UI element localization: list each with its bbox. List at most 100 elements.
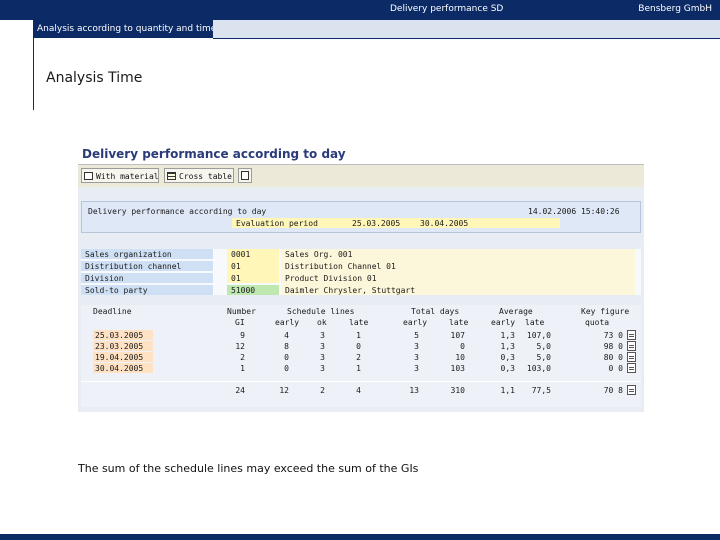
- delivery-table: Deadline Number Schedule lines Total day…: [81, 305, 641, 407]
- row-avg-late: 103,0: [526, 364, 551, 373]
- with-material-button[interactable]: With material: [81, 168, 159, 183]
- section-title: Analysis Time: [46, 70, 143, 86]
- org-code: 01: [231, 274, 241, 283]
- eval-period-from: 25.03.2005: [352, 219, 401, 228]
- row-ok: 3: [320, 331, 325, 340]
- row-days-early: 3: [414, 353, 419, 362]
- col-header-average: Average: [499, 307, 533, 316]
- row-days-late: 103: [450, 364, 465, 373]
- row-days-late: 107: [450, 331, 465, 340]
- org-text: Product Division 01: [285, 274, 377, 283]
- row-days-early: 3: [414, 364, 419, 373]
- row-avg-early: 1,3: [500, 342, 515, 351]
- row-avg-early: 1,3: [500, 331, 515, 340]
- total-key: 70 8: [603, 386, 623, 395]
- sap-toolbar: With material Cross table: [78, 164, 644, 188]
- row-days-early: 3: [414, 342, 419, 351]
- eval-period-to: 30.04.2005: [420, 219, 469, 228]
- row-avg-early: 0,3: [500, 364, 515, 373]
- row-avg-late: 5,0: [536, 353, 551, 362]
- export-button[interactable]: [238, 168, 252, 183]
- bottom-bar: [0, 534, 720, 540]
- col-subheader-avg-late: late: [525, 318, 545, 327]
- material-icon: [84, 172, 93, 180]
- col-subheader-gi: GI: [235, 318, 245, 327]
- total-days-early: 13: [409, 386, 419, 395]
- cross-table-button[interactable]: Cross table: [164, 168, 234, 183]
- eval-period-label: Evaluation period: [236, 219, 318, 228]
- row-days-early: 5: [414, 331, 419, 340]
- document-icon[interactable]: [627, 352, 636, 362]
- org-code: 01: [231, 262, 241, 271]
- row-date: 25.03.2005: [95, 331, 144, 340]
- row-early: 4: [284, 331, 289, 340]
- org-label: Division: [85, 274, 124, 283]
- row-date: 30.04.2005: [95, 364, 144, 373]
- row-key: 0 0: [608, 364, 623, 373]
- total-early: 12: [279, 386, 289, 395]
- document-icon[interactable]: [627, 363, 636, 373]
- org-data-box: Sales organization 0001 Sales Org. 001 D…: [81, 249, 641, 295]
- tab-analysis[interactable]: Analysis according to quantity and time: [33, 20, 216, 38]
- org-code[interactable]: 51000: [231, 286, 255, 295]
- document-icon[interactable]: [627, 385, 636, 395]
- left-divider: [33, 20, 34, 110]
- row-key: 80 0: [603, 353, 623, 362]
- row-days-late: 0: [460, 342, 465, 351]
- col-subheader-late: late: [349, 318, 369, 327]
- col-header-days: Total days: [411, 307, 460, 316]
- document-title: Delivery performance SD: [390, 4, 504, 14]
- sap-screenshot: Delivery performance according to day Wi…: [78, 144, 644, 412]
- row-early: 8: [284, 342, 289, 351]
- org-text: Distribution Channel 01: [285, 262, 396, 271]
- report-datetime: 14.02.2006 15:40:26: [528, 207, 620, 216]
- top-header-bar: Delivery performance SD Bensberg GmbH: [0, 0, 720, 20]
- row-date: 23.03.2005: [95, 342, 144, 351]
- total-late: 4: [356, 386, 361, 395]
- col-header-deadline: Deadline: [93, 307, 132, 316]
- row-ok: 3: [320, 342, 325, 351]
- total-gi: 24: [235, 386, 245, 395]
- col-header-schedule: Schedule lines: [287, 307, 355, 316]
- export-icon: [241, 171, 249, 180]
- col-subheader-days-early: early: [403, 318, 428, 327]
- org-code: 0001: [231, 250, 251, 259]
- row-ok: 3: [320, 364, 325, 373]
- col-subheader-early: early: [275, 318, 300, 327]
- row-key: 98 0: [603, 342, 623, 351]
- org-text: Daimler Chrysler, Stuttgart: [285, 286, 416, 295]
- row-avg-early: 0,3: [500, 353, 515, 362]
- org-label: Sales organization: [85, 250, 172, 259]
- tab-row: Analysis according to quantity and time: [33, 20, 720, 39]
- row-gi: 2: [240, 353, 245, 362]
- col-subheader-quota: quota: [585, 318, 610, 327]
- org-text: Sales Org. 001: [285, 250, 353, 259]
- col-header-number: Number: [227, 307, 256, 316]
- document-icon[interactable]: [627, 341, 636, 351]
- col-subheader-days-late: late: [449, 318, 469, 327]
- org-label: Distribution channel: [85, 262, 182, 271]
- row-gi: 9: [240, 331, 245, 340]
- row-late: 1: [356, 364, 361, 373]
- report-header-box: Delivery performance according to day 14…: [81, 201, 641, 233]
- company-name: Bensberg GmbH: [638, 4, 712, 14]
- tab-row-fill: [213, 20, 720, 39]
- row-ok: 3: [320, 353, 325, 362]
- org-label: Sold-to party: [85, 286, 148, 295]
- col-subheader-ok: ok: [317, 318, 327, 327]
- report-content: Delivery performance according to day 14…: [78, 187, 644, 412]
- row-late: 0: [356, 342, 361, 351]
- col-header-keyfigure: Key figure: [581, 307, 630, 316]
- report-heading: Delivery performance according to day: [88, 207, 267, 216]
- row-days-late: 10: [455, 353, 465, 362]
- row-avg-late: 5,0: [536, 342, 551, 351]
- cross-table-label: Cross table: [179, 172, 232, 181]
- row-late: 2: [356, 353, 361, 362]
- total-ok: 2: [320, 386, 325, 395]
- col-subheader-avg-early: early: [491, 318, 516, 327]
- row-late: 1: [356, 331, 361, 340]
- document-icon[interactable]: [627, 330, 636, 340]
- total-days-late: 310: [450, 386, 465, 395]
- slide-caption: The sum of the schedule lines may exceed…: [78, 462, 419, 475]
- row-key: 73 0: [603, 331, 623, 340]
